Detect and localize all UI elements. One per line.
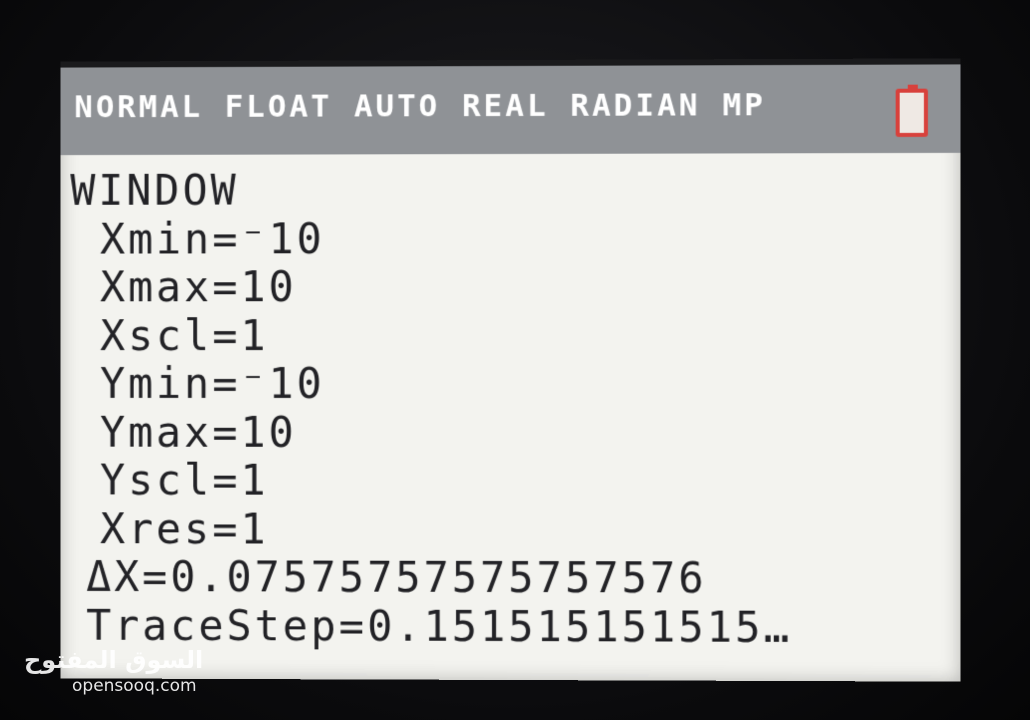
setting-value[interactable]: 0.151515151515… — [367, 601, 792, 651]
setting-value[interactable]: ⁻10 — [240, 359, 324, 408]
setting-value[interactable]: 1 — [240, 311, 268, 360]
setting-value[interactable]: ⁻10 — [240, 214, 324, 263]
watermark-logo: السوق المفتوح opensooq.com — [24, 646, 203, 706]
window-menu-title: WINDOW — [70, 165, 239, 215]
equals-sign: = — [212, 310, 241, 360]
setting-name: Ymin — [100, 359, 213, 408]
setting-xmin[interactable]: Xmin=⁻10 — [70, 214, 950, 264]
battery-icon — [895, 88, 928, 137]
equals-sign: = — [212, 359, 241, 408]
equals-sign: = — [338, 601, 368, 651]
setting-tracestep[interactable]: TraceStep=0.151515151515… — [70, 600, 950, 652]
equals-sign: = — [212, 262, 241, 312]
setting-value[interactable]: 10 — [240, 407, 296, 456]
setting-name: Xscl — [100, 310, 213, 360]
setting-xscl[interactable]: Xscl=1 — [70, 311, 950, 360]
setting-name: ΔX — [86, 552, 143, 602]
window-menu: WINDOW Xmin=⁻10 Xmax=10 Xscl=1 Ymin=⁻10 … — [70, 165, 950, 652]
setting-name: TraceStep — [86, 600, 339, 650]
watermark-latin-text: opensooq.com — [72, 676, 197, 696]
setting-name: Ymax — [100, 407, 213, 457]
setting-yscl[interactable]: Yscl=1 — [70, 455, 950, 507]
setting-value[interactable]: 1 — [240, 456, 268, 505]
equals-sign: = — [212, 213, 241, 263]
status-bar: NORMAL FLOAT AUTO REAL RADIAN MP — [60, 58, 961, 156]
equals-sign: = — [212, 407, 241, 457]
mode-status-text: NORMAL FLOAT AUTO REAL RADIAN MP — [74, 87, 766, 126]
watermark-arabic-text: السوق المفتوح — [24, 646, 204, 674]
equals-sign: = — [212, 504, 241, 553]
setting-ymax[interactable]: Ymax=10 — [70, 407, 950, 457]
setting-value[interactable]: 0.07575757575757576 — [170, 552, 706, 602]
calculator-screen: NORMAL FLOAT AUTO REAL RADIAN MP WINDOW … — [60, 58, 961, 682]
setting-delta-x[interactable]: ΔX=0.07575757575757576 — [70, 552, 950, 604]
setting-name: Xmin — [100, 214, 213, 264]
equals-sign: = — [142, 552, 171, 602]
setting-value[interactable]: 10 — [240, 262, 296, 311]
setting-value[interactable]: 1 — [240, 504, 268, 553]
equals-sign: = — [212, 455, 241, 505]
setting-name: Yscl — [100, 455, 213, 505]
setting-xmax[interactable]: Xmax=10 — [70, 262, 950, 311]
setting-name: Xmax — [100, 262, 213, 312]
setting-name: Xres — [100, 503, 213, 553]
setting-ymin[interactable]: Ymin=⁻10 — [70, 359, 950, 409]
setting-xres[interactable]: Xres=1 — [70, 503, 950, 555]
